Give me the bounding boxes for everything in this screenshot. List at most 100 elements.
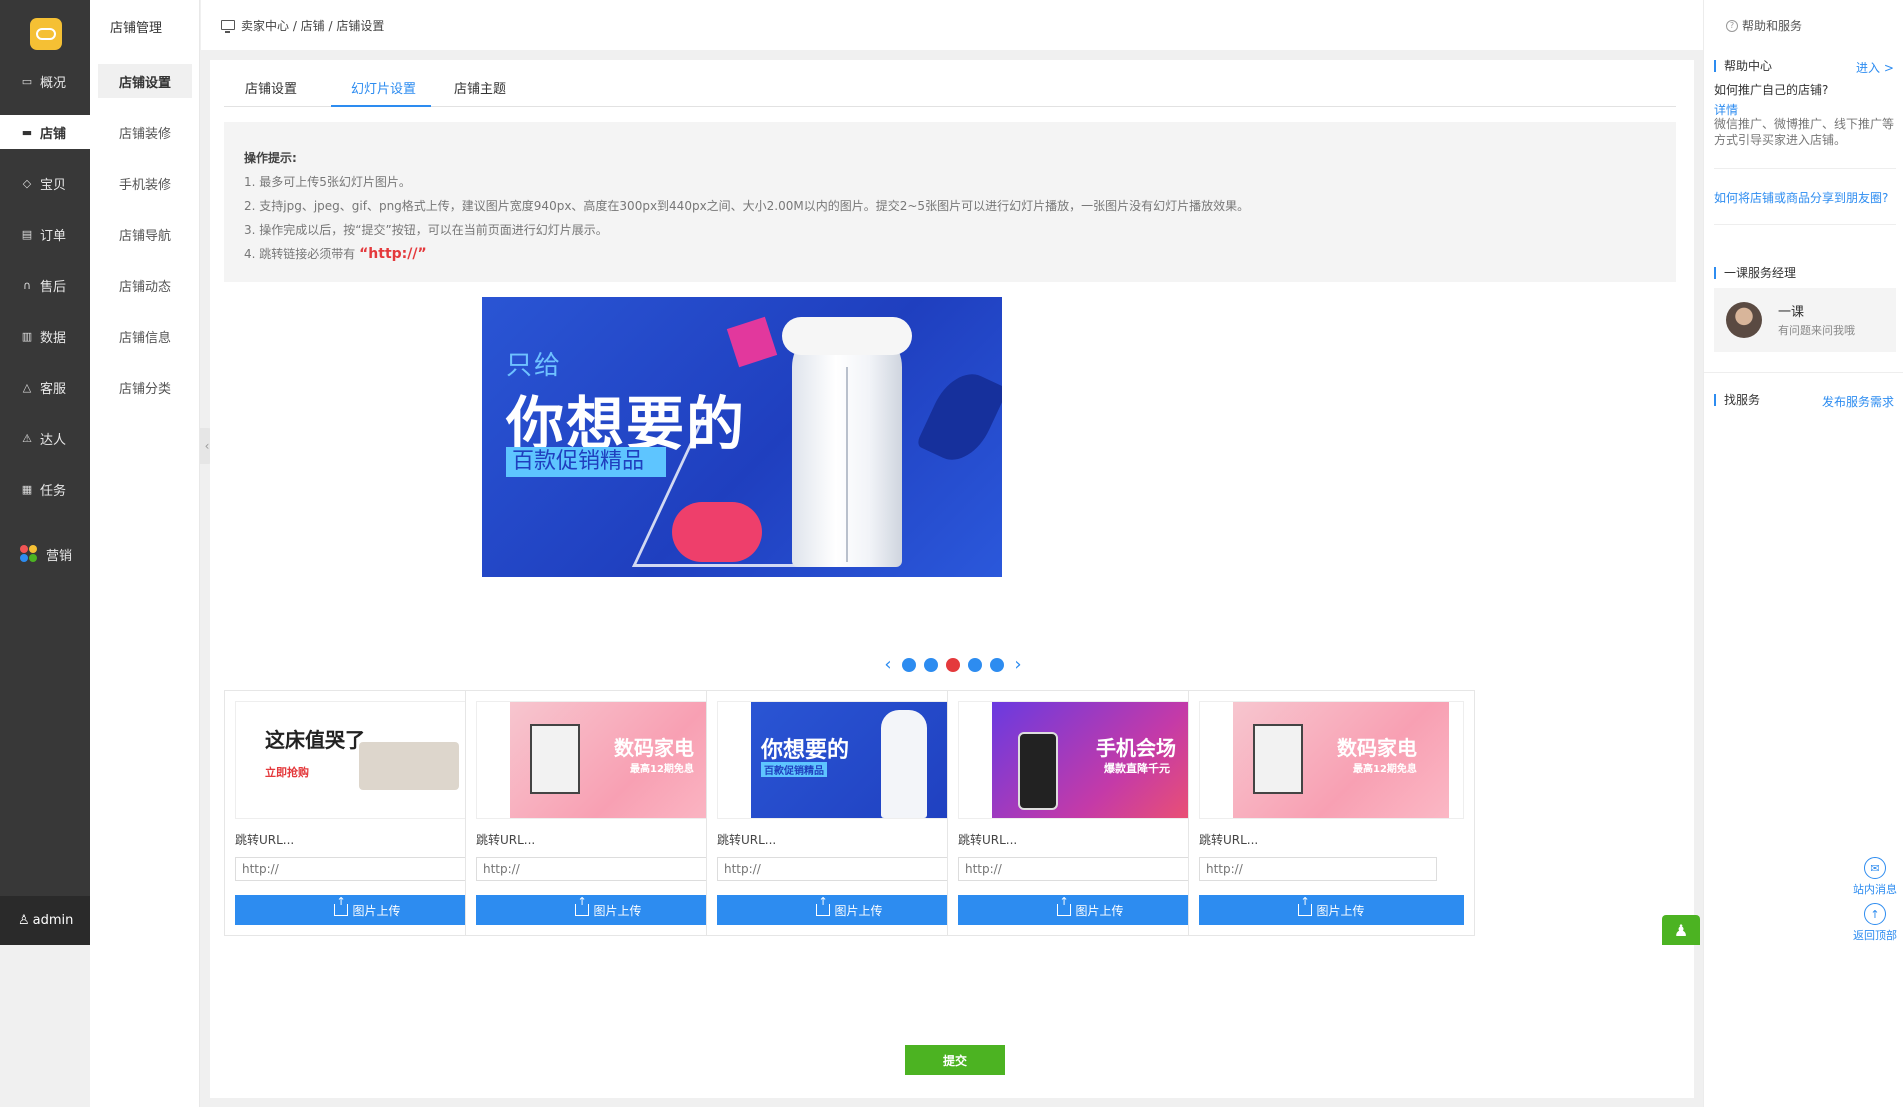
publish-demand-link[interactable]: 发布服务需求 <box>1822 393 1894 410</box>
subnav-item-store-info[interactable]: 店铺信息 <box>98 319 192 353</box>
tips-line-4: 4. 跳转链接必须带有 “http://” <box>244 242 1656 266</box>
sidebar-item-products[interactable]: ◇ 宝贝 <box>0 166 90 200</box>
back-to-top-label: 返回顶部 <box>1853 929 1897 942</box>
manager-name: 一课 <box>1778 305 1805 320</box>
carousel-dot-active[interactable] <box>946 657 960 672</box>
active-tab-indicator <box>331 105 431 107</box>
marketing-icon <box>20 545 38 563</box>
site-message-label: 站内消息 <box>1853 883 1897 896</box>
phone-graphic <box>1018 732 1058 810</box>
help-question-2[interactable]: 如何将店铺或商品分享到朋友圈? <box>1714 189 1888 206</box>
sidebar-item-experts[interactable]: ⚠ 达人 <box>0 421 90 455</box>
sidebar-item-data[interactable]: ▥ 数据 <box>0 319 90 353</box>
tab-slideshow-settings[interactable]: 幻灯片设置 <box>351 78 416 97</box>
subnav-item-mobile-decoration[interactable]: 手机装修 <box>98 166 192 200</box>
service-manager-card[interactable]: 一课 有问题来问我哦 <box>1714 288 1896 352</box>
breadcrumb: 卖家中心 / 店铺 / 店铺设置 <box>241 18 385 33</box>
upload-image-button[interactable]: 图片上传 <box>717 895 982 925</box>
subnav-item-store-category[interactable]: 店铺分类 <box>98 370 192 404</box>
user-menu[interactable]: ♙ admin <box>0 896 90 945</box>
sidebar-item-aftersales[interactable]: ∩ 售后 <box>0 268 90 302</box>
help-description: 微信推广、微博推广、线下推广等方式引导买家进入店铺。 <box>1714 117 1895 147</box>
username: admin <box>32 913 74 928</box>
arrow-up-icon: ↑ <box>1864 903 1886 925</box>
slide-thumbnail: 你想要的 百款促销精品 <box>717 701 982 819</box>
url-input[interactable] <box>717 857 955 881</box>
subnav-item-store-navigation[interactable]: 店铺导航 <box>98 217 192 251</box>
sidebar-item-orders[interactable]: ▤ 订单 <box>0 217 90 251</box>
url-input[interactable] <box>235 857 473 881</box>
tab-store-settings[interactable]: 店铺设置 <box>245 78 297 97</box>
ereader-graphic <box>1253 724 1303 794</box>
coat-graphic <box>881 710 927 818</box>
upload-image-button[interactable]: 图片上传 <box>235 895 500 925</box>
subnav-item-store-decoration[interactable]: 店铺装修 <box>98 115 192 149</box>
url-label: 跳转URL... <box>235 833 295 847</box>
sidebar-item-label: 任务 <box>40 483 67 499</box>
subnav-item-store-settings[interactable]: 店铺设置 <box>98 64 192 98</box>
chevron-left-icon: ‹ <box>204 439 210 453</box>
upload-image-button[interactable]: 图片上传 <box>476 895 741 925</box>
thumbnail-image: 你想要的 百款促销精品 <box>751 702 967 818</box>
thumb-title: 数码家电 <box>1337 736 1417 760</box>
thumbnail-image: 数码家电 最高12期免息 <box>1233 702 1449 818</box>
upload-image-button[interactable]: 图片上传 <box>958 895 1223 925</box>
slide-thumbnail: 手机会场 爆款直降千元 <box>958 701 1223 819</box>
site-message-button[interactable]: ✉ 站内消息 <box>1852 857 1898 897</box>
logo-icon[interactable] <box>30 18 62 50</box>
upload-label: 图片上传 <box>1075 903 1124 918</box>
sidebar-item-label: 售后 <box>40 279 67 295</box>
carousel-dot[interactable] <box>924 657 938 672</box>
help-and-service[interactable]: ? 帮助和服务 <box>1726 17 1802 34</box>
thumbnail-image: 这床值哭了 立即抢购 <box>265 702 485 818</box>
sub-sidebar: 店铺管理 店铺设置 店铺装修 手机装修 店铺导航 店铺动态 店铺信息 店铺分类 <box>90 0 200 1107</box>
sidebar-item-marketing[interactable]: 营销 <box>0 537 90 571</box>
thumbnail-image: 手机会场 爆款直降千元 <box>992 702 1208 818</box>
carousel-dot[interactable] <box>990 657 1004 672</box>
tips-line-3: 3. 操作完成以后，按“提交”按钮，可以在当前页面进行幻灯片展示。 <box>244 223 608 237</box>
banner-tag: 百款促销精品 <box>506 447 666 477</box>
thumb-subtitle: 百款促销精品 <box>761 762 827 777</box>
tab-store-theme[interactable]: 店铺主题 <box>454 78 506 97</box>
manager-subtitle: 有问题来问我哦 <box>1778 324 1855 337</box>
submit-button[interactable]: 提交 <box>905 1045 1005 1075</box>
carousel-dot[interactable] <box>902 657 916 672</box>
customer-service-button[interactable]: ♟ <box>1662 915 1700 945</box>
sidebar-item-label: 数据 <box>40 330 67 346</box>
sidebar-item-label: 店铺 <box>40 126 67 142</box>
tips-line-2: 2. 支持jpg、jpeg、gif、png格式上传，建议图片宽度940px、高度… <box>244 199 1250 213</box>
carousel-dot[interactable] <box>968 657 982 672</box>
divider <box>1714 168 1896 169</box>
upload-icon <box>1057 896 1072 916</box>
subnav-item-store-news[interactable]: 店铺动态 <box>98 268 192 302</box>
breadcrumb-bar: 卖家中心 / 店铺 / 店铺设置 <box>201 0 1703 50</box>
slide-cards: 这床值哭了 立即抢购 跳转URL... 图片上传 数码家电 最高12期免息 <box>224 690 1676 936</box>
upload-label: 图片上传 <box>834 903 883 918</box>
sidebar-item-overview[interactable]: ▭ 概况 <box>0 64 90 98</box>
sidebar-item-store[interactable]: ▬ 店铺 <box>0 115 90 149</box>
url-label: 跳转URL... <box>1199 833 1259 847</box>
slide-card: 数码家电 最高12期免息 跳转URL... 图片上传 <box>1188 690 1475 936</box>
question-icon: ? <box>1726 19 1738 32</box>
tips-line-1: 1. 最多可上传5张幻灯片图片。 <box>244 175 411 189</box>
main-sidebar: ▭ 概况 ▬ 店铺 ◇ 宝贝 ▤ 订单 ∩ 售后 ▥ 数据 △ 客服 ⚠ 达人 … <box>0 0 90 945</box>
sidebar-item-service[interactable]: △ 客服 <box>0 370 90 404</box>
tips-line-4-text: 4. 跳转链接必须带有 <box>244 247 356 261</box>
back-to-top-button[interactable]: ↑ 返回顶部 <box>1852 903 1898 943</box>
url-input[interactable] <box>476 857 714 881</box>
sidebar-item-label: 达人 <box>40 432 67 448</box>
upload-image-button[interactable]: 图片上传 <box>1199 895 1464 925</box>
thumb-title: 这床值哭了 <box>265 728 365 752</box>
upload-icon <box>334 896 349 916</box>
coat-graphic <box>782 317 912 567</box>
url-input[interactable] <box>1199 857 1437 881</box>
sidebar-item-label: 概况 <box>40 75 67 91</box>
sidebar-item-label: 订单 <box>40 228 67 244</box>
chevron-left-icon[interactable]: ‹ <box>878 654 898 675</box>
help-center-enter-link[interactable]: 进入 > <box>1856 59 1894 76</box>
chevron-right-icon[interactable]: › <box>1008 654 1028 675</box>
sidebar-item-tasks[interactable]: ▦ 任务 <box>0 472 90 506</box>
tab-bar: 店铺设置 幻灯片设置 店铺主题 <box>224 60 1676 107</box>
url-input[interactable] <box>958 857 1196 881</box>
help-question-1[interactable]: 如何推广自己的店铺? <box>1714 81 1828 98</box>
